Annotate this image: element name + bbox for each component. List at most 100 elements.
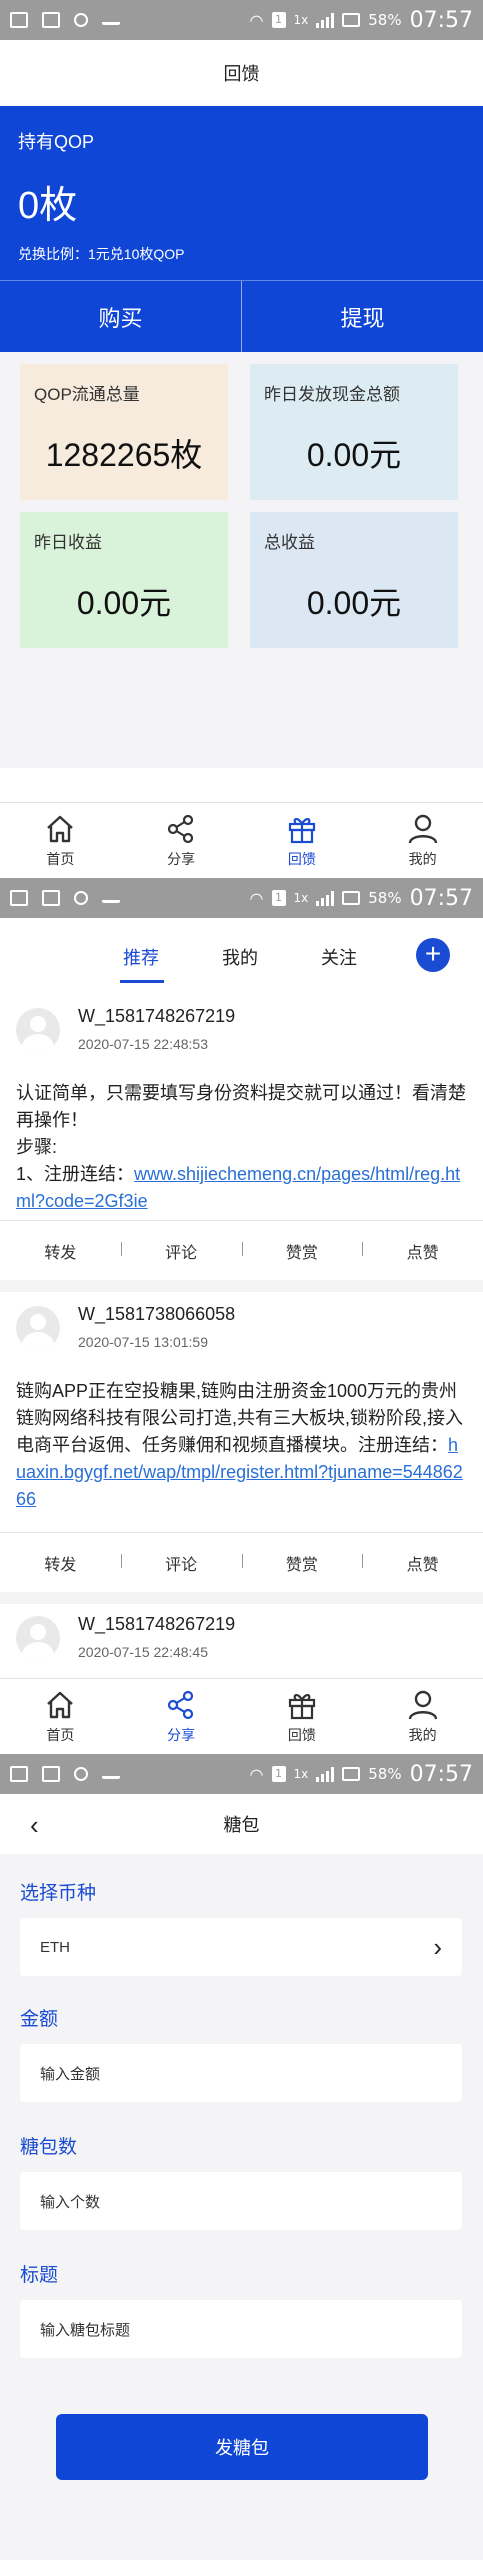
subject-input[interactable]: 输入糖包标题 xyxy=(20,2300,462,2358)
stats-area: QOP流通总量 1282265枚 昨日发放现金总额 0.00元 昨日收益 0.0… xyxy=(0,352,483,768)
stat-value: 1282265枚 xyxy=(45,437,203,473)
feedback-screen: ◠ 1 1x 58% 07:57 回馈 持有QOP 0枚 兑换比例：1元兑10枚… xyxy=(0,0,483,878)
qop-balance-card: 持有QOP 0枚 兑换比例：1元兑10枚QOP 购买 提现 xyxy=(0,106,483,352)
tab-label: 回馈 xyxy=(287,1726,316,1743)
avatar[interactable] xyxy=(16,1616,60,1660)
feed-tabs: 推荐 我的 关注 + xyxy=(0,918,483,994)
forward-button[interactable]: 转发 xyxy=(0,1239,121,1263)
tab-feedback[interactable]: 回馈 xyxy=(242,803,363,878)
top-nav: ‹ 糖包 xyxy=(0,1794,483,1854)
signal-icon xyxy=(316,12,335,28)
post-username[interactable]: W_1581748267219 xyxy=(78,1614,235,1635)
wifi-icon: ◠ xyxy=(249,10,264,30)
avatar[interactable] xyxy=(16,1306,60,1350)
tab-recommended[interactable]: 推荐 xyxy=(123,944,159,970)
exchange-rate: 兑换比例：1元兑10枚QOP xyxy=(18,246,185,262)
post-text: 1、注册连结：www.shijiechemeng.cn/pages/html/r… xyxy=(16,1161,468,1215)
tab-label: 我的 xyxy=(408,850,437,867)
tab-label: 首页 xyxy=(46,850,75,867)
battery-icon xyxy=(342,891,361,905)
status-bar: ◠ 1 1x 58% 07:57 xyxy=(0,0,483,40)
tab-label: 分享 xyxy=(167,850,196,867)
forward-button[interactable]: 转发 xyxy=(0,1551,121,1575)
home-icon xyxy=(47,815,74,842)
coin-select[interactable]: ETH › xyxy=(20,1918,462,1976)
user-icon xyxy=(408,1690,437,1719)
post-username[interactable]: W_1581738066058 xyxy=(78,1304,235,1325)
tab-feedback[interactable]: 回馈 xyxy=(242,1679,363,1754)
tab-label: 首页 xyxy=(46,1726,75,1743)
image-icon xyxy=(42,12,60,28)
stat-yesterday-earnings: 昨日收益 0.00元 xyxy=(20,512,228,648)
tab-mine[interactable]: 我的 xyxy=(362,803,483,878)
stat-circulation: QOP流通总量 1282265枚 xyxy=(20,364,228,500)
stat-yesterday-cash: 昨日发放现金总额 0.00元 xyxy=(250,364,458,500)
notification-icon xyxy=(10,1766,28,1782)
like-button[interactable]: 点赞 xyxy=(362,1239,483,1263)
post-text: 链购APP正在空投糖果,链购由注册资金1000万元的贵州链购网络科技有限公司打造… xyxy=(16,1381,464,1455)
like-button[interactable]: 点赞 xyxy=(362,1551,483,1575)
stat-label: 昨日发放现金总额 xyxy=(264,385,400,404)
signal-icon xyxy=(316,1766,335,1782)
stat-value: 0.00元 xyxy=(76,585,172,621)
count-input[interactable]: 输入个数 xyxy=(20,2172,462,2230)
coin-label: 选择币种 xyxy=(20,1883,97,1904)
post-time: 2020-07-15 13:01:59 xyxy=(78,1334,208,1350)
tab-mine[interactable]: 我的 xyxy=(362,1679,483,1754)
tab-label: 回馈 xyxy=(287,850,316,867)
tab-home[interactable]: 首页 xyxy=(0,803,121,878)
count-label: 糖包数 xyxy=(20,2137,78,2158)
chevron-left-icon: ‹ xyxy=(30,1810,39,1840)
post-text: 步骤: xyxy=(16,1137,58,1157)
sim-icon: 1 xyxy=(271,1766,286,1782)
comment-button[interactable]: 评论 xyxy=(120,1239,242,1263)
tab-label: 分享 xyxy=(167,1726,196,1743)
home-icon xyxy=(47,1691,74,1718)
comment-button[interactable]: 评论 xyxy=(120,1551,242,1575)
post-text: 认证简单，只需要填写身份资料提交就可以通过！看清楚再操作！ xyxy=(16,1083,466,1130)
post-body: 链购APP正在空投糖果,链购由注册资金1000万元的贵州链购网络科技有限公司打造… xyxy=(16,1378,468,1513)
gift-icon xyxy=(288,1693,315,1719)
sim-icon: 1 xyxy=(271,890,286,906)
stat-label: 昨日收益 xyxy=(34,533,102,552)
list-item: W_1581748267219 2020-07-15 22:48:53 认证简单… xyxy=(0,994,483,1294)
bottom-tab-bar: 首页 分享 回馈 我的 xyxy=(0,802,483,878)
image-icon xyxy=(42,1766,60,1782)
wifi-icon: ◠ xyxy=(249,1764,264,1784)
tab-following[interactable]: 关注 xyxy=(321,944,357,970)
tab-my-posts[interactable]: 我的 xyxy=(222,944,258,970)
page-title: 回馈 xyxy=(223,64,260,84)
new-post-button[interactable]: + xyxy=(416,938,450,972)
back-button[interactable]: ‹ xyxy=(30,1810,39,1841)
stat-total-earnings: 总收益 0.00元 xyxy=(250,512,458,648)
card-actions: 购买 提现 xyxy=(0,280,483,352)
wifi-icon: ◠ xyxy=(249,888,264,908)
battery-icon xyxy=(342,1767,361,1781)
tab-label: 我的 xyxy=(408,1726,437,1743)
post-username[interactable]: W_1581748267219 xyxy=(78,1006,235,1027)
tab-home[interactable]: 首页 xyxy=(0,1679,121,1754)
red-packet-screen: ◠ 1 1x 58% 07:57 ‹ 糖包 选择币种 ETH › 金额 输入金额… xyxy=(0,1754,483,2560)
plus-icon: + xyxy=(424,938,442,969)
download-icon xyxy=(102,1769,120,1779)
tab-share[interactable]: 分享 xyxy=(121,1679,242,1754)
tip-button[interactable]: 赞赏 xyxy=(241,1239,363,1263)
tab-share[interactable]: 分享 xyxy=(121,803,242,878)
send-red-packet-button[interactable]: 发糖包 xyxy=(56,2414,428,2480)
tip-button[interactable]: 赞赏 xyxy=(241,1551,363,1575)
image-icon xyxy=(42,890,60,906)
notification-icon xyxy=(10,12,28,28)
battery-level: 58% xyxy=(368,889,402,907)
holding-label: 持有QOP xyxy=(18,132,95,152)
buy-button[interactable]: 购买 xyxy=(0,281,241,352)
post-time: 2020-07-15 22:48:53 xyxy=(78,1036,208,1052)
user-icon xyxy=(408,814,437,843)
battery-level: 58% xyxy=(368,1765,402,1783)
coin-value: ETH xyxy=(40,1938,70,1956)
sim-icon: 1 xyxy=(271,12,286,28)
withdraw-button[interactable]: 提现 xyxy=(241,281,483,352)
avatar[interactable] xyxy=(16,1008,60,1052)
amount-input[interactable]: 输入金额 xyxy=(20,2044,462,2102)
share-icon xyxy=(168,1690,194,1719)
post-time: 2020-07-15 22:48:45 xyxy=(78,1644,208,1660)
